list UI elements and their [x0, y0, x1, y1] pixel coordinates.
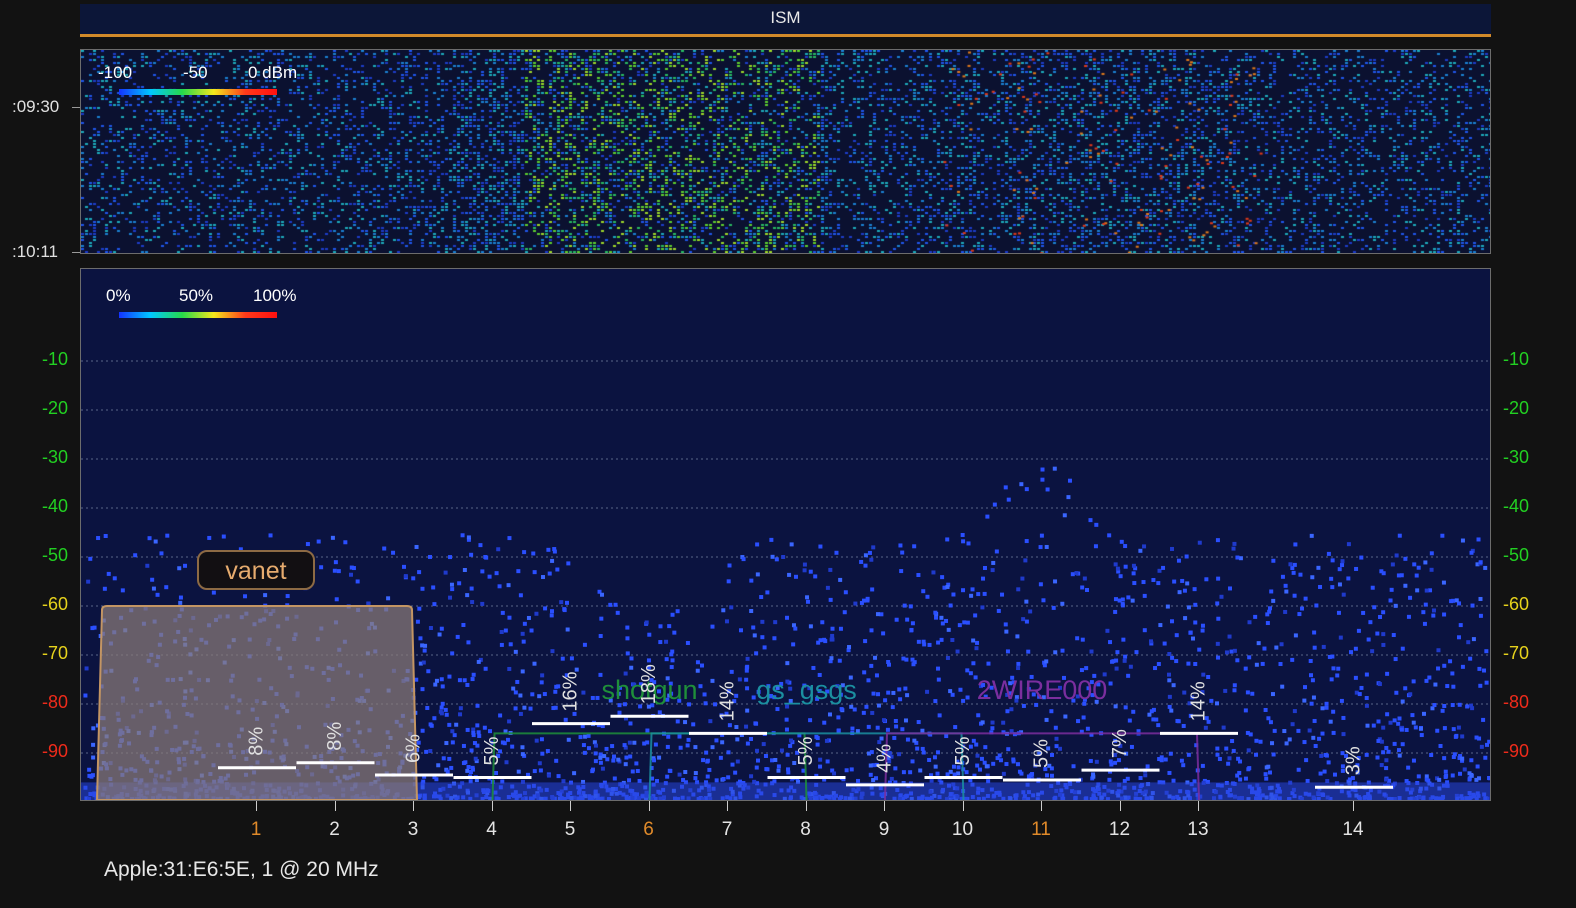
spectrum-legend-mid: 50%	[179, 286, 214, 305]
y-tick-label-right: -80	[1503, 692, 1530, 712]
y-tick-label-right: -70	[1503, 643, 1530, 663]
x-tick-label-ch6[interactable]: 6	[643, 819, 654, 841]
network-badge-label: vanet	[225, 557, 287, 585]
y-tick-label-left: -20	[41, 398, 68, 418]
x-tick-label-ch14[interactable]: 14	[1342, 819, 1363, 841]
x-tick-label-ch10[interactable]: 10	[952, 819, 973, 841]
x-tick-mark	[1353, 801, 1354, 811]
device-status: Apple:31:E6:5E, 1 @ 20 MHz	[104, 858, 379, 881]
waterfall-time-top: :09:30	[12, 97, 60, 116]
spectrum-color-scale	[119, 312, 277, 318]
spectrum-analyzer-view: ISM -100 -50 0 dBm :09:30 :10:11 shotgun…	[0, 0, 1576, 908]
y-tick-label-right: -30	[1503, 447, 1530, 467]
utilization-label-ch14: 3%	[1342, 746, 1364, 775]
waterfall-time-tick-bottom	[72, 252, 80, 253]
network-badge-vanet[interactable]: vanet	[197, 550, 315, 590]
network-shape-vanet	[95, 605, 419, 800]
x-tick-mark	[805, 801, 807, 811]
x-tick-mark	[727, 801, 728, 811]
spectrum-legend-max: 100%	[253, 286, 297, 305]
x-tick-label-ch5[interactable]: 5	[565, 819, 576, 841]
y-tick-label-left: -10	[41, 349, 68, 369]
utilization-label-ch12: 7%	[1109, 729, 1131, 758]
x-tick-mark	[1198, 801, 1199, 811]
x-tick-mark	[1041, 801, 1042, 811]
utilization-label-ch3: 6%	[402, 734, 424, 763]
x-tick-label-ch2[interactable]: 2	[329, 819, 340, 841]
utilization-label-ch11: 5%	[1030, 739, 1052, 768]
x-tick-mark	[413, 801, 414, 811]
spectrum-legend-min: 0%	[106, 286, 131, 305]
network-label-gs_gsgs: gs_gsgs	[756, 675, 857, 705]
x-tick-mark	[334, 801, 336, 811]
utilization-label-ch5: 16%	[559, 671, 581, 711]
x-tick-label-ch12[interactable]: 12	[1109, 819, 1130, 841]
y-tick-label-left: -70	[41, 643, 68, 663]
utilization-label-ch9: 4%	[873, 744, 895, 773]
waterfall-time-tick-top	[72, 107, 80, 108]
y-tick-label-left: -90	[41, 741, 68, 761]
y-tick-label-left: -30	[41, 447, 68, 467]
x-tick-mark	[962, 801, 964, 811]
x-tick-label-ch9[interactable]: 9	[879, 819, 890, 841]
waterfall-time-bottom: :10:11	[12, 242, 59, 261]
x-tick-mark	[884, 801, 885, 811]
y-tick-label-right: -60	[1503, 594, 1530, 614]
y-tick-label-left: -50	[41, 545, 68, 565]
utilization-label-ch4: 5%	[481, 736, 503, 765]
x-tick-mark	[491, 801, 493, 811]
x-tick-mark	[648, 801, 650, 811]
waterfall-legend-mid: -50	[183, 63, 208, 82]
utilization-label-ch2: 8%	[324, 722, 346, 751]
utilization-label-ch1: 8%	[245, 727, 267, 756]
utilization-label-ch6: 18%	[638, 664, 660, 704]
y-tick-label-right: -40	[1503, 496, 1530, 516]
utilization-label-ch13: 14%	[1187, 681, 1209, 721]
x-tick-label-ch8[interactable]: 8	[800, 819, 811, 841]
x-tick-label-ch7[interactable]: 7	[722, 819, 733, 841]
y-tick-label-right: -50	[1503, 545, 1530, 565]
waterfall-legend-max: 0 dBm	[248, 63, 298, 82]
y-tick-label-left: -80	[41, 692, 68, 712]
x-tick-mark	[570, 801, 571, 811]
y-tick-label-right: -10	[1503, 349, 1530, 369]
x-tick-label-ch4[interactable]: 4	[486, 819, 497, 841]
utilization-label-ch8: 5%	[795, 736, 817, 765]
waterfall-legend-min: -100	[98, 63, 133, 82]
y-tick-label-left: -60	[41, 594, 68, 614]
x-tick-label-ch3[interactable]: 3	[408, 819, 419, 841]
utilization-label-ch10: 5%	[952, 736, 974, 765]
y-tick-label-left: -40	[41, 496, 68, 516]
x-tick-label-ch1[interactable]: 1	[251, 819, 262, 841]
y-tick-label-right: -20	[1503, 398, 1530, 418]
network-label-2wire000: 2WIRE000	[977, 675, 1108, 705]
x-tick-mark	[1119, 801, 1121, 811]
spectrum-chart: shotgun gs_gsgs 2WIRE0008% 8% 6% 5%16% 18% 14%5…	[81, 360, 1490, 800]
x-tick-label-ch11[interactable]: 11	[1031, 819, 1051, 841]
waterfall-color-scale	[119, 89, 277, 95]
spectrum-panel[interactable]: shotgun gs_gsgs 2WIRE000 8% 8% 6% 5% 16% 18% 14% 5…	[80, 268, 1491, 801]
band-name: ISM	[770, 8, 801, 27]
waterfall-panel[interactable]: -100 -50 0 dBm	[80, 49, 1491, 254]
utilization-label-ch7: 14%	[716, 681, 738, 721]
y-tick-label-right: -90	[1503, 741, 1530, 761]
x-tick-label-ch13[interactable]: 13	[1187, 819, 1208, 841]
band-header[interactable]: ISM	[80, 4, 1491, 37]
x-tick-mark	[256, 801, 257, 811]
